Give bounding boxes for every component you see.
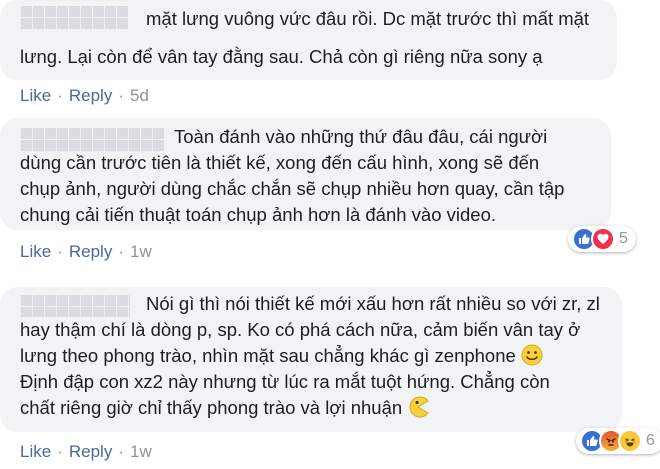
like-link[interactable]: Like [20,442,51,461]
haha-reaction-icon [618,429,642,453]
reactions-summary[interactable]: 6 [576,428,660,454]
comment-3: Nói gì thì nói thiết kế mới xấu hơn rất … [0,0,660,469]
separator: · [118,442,124,461]
comment-text-segment: chất riêng giờ chỉ thấy phong trào và lợ… [20,397,403,418]
timestamp[interactable]: 1w [130,442,152,461]
pacman-emoji-icon [407,396,430,425]
comment-text-line: Định đập con xz2 này nhưng từ lúc ra mắt… [20,371,550,392]
comment-text-line: chất riêng giờ chỉ thấy phong trào và lợ… [20,395,430,425]
comment-text-line: hay thậm chí là dòng p, sp. Ko có phá cá… [20,319,581,340]
reply-link[interactable]: Reply [69,442,112,461]
comment-bubble: Nói gì thì nói thiết kế mới xấu hơn rất … [0,287,622,432]
separator: · [57,442,63,461]
commenter-name[interactable] [20,295,130,317]
comment-actions: Like · Reply · 1w [20,442,152,462]
comment-text-line: Nói gì thì nói thiết kế mới xấu hơn rất … [146,293,600,314]
reaction-count: 6 [646,432,655,449]
comment-text-segment: lưng theo phong trào, nhìn mặt sau chẳng… [20,345,516,366]
